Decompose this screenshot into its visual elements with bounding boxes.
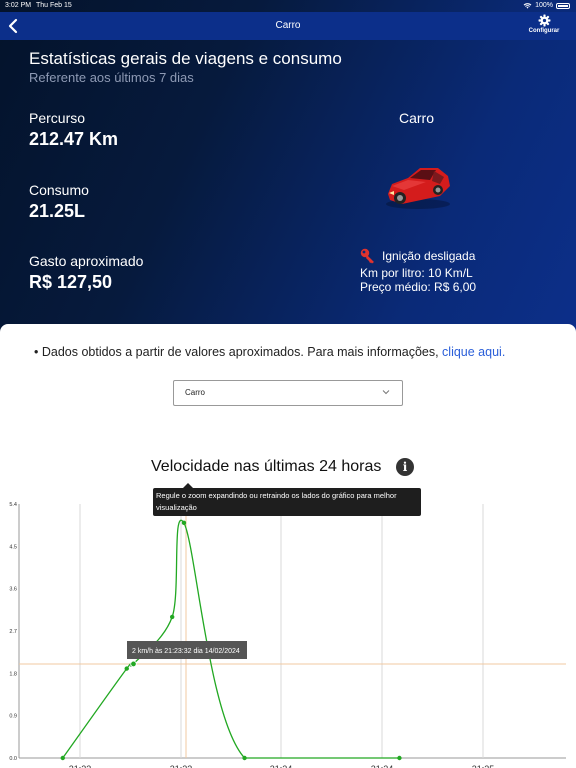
chevron-down-icon [382,390,390,395]
battery-percent: 100% [535,2,553,9]
highlighted-point[interactable] [130,660,137,668]
consumption-value: 21.25L [29,201,86,221]
settings-label: Configurar [528,28,560,34]
x-tick-label: 21:23 [69,764,92,768]
distance-label: Percurso [29,110,86,126]
status-date: Thu Feb 15 [36,2,72,9]
more-info-link[interactable]: clique aqui. [442,345,505,359]
nav-title: Carro [275,20,301,31]
data-point[interactable] [124,666,129,671]
status-time: 3:02 PM [5,2,32,9]
km-per-liter: Km por litro: 10 Km/L [360,266,473,280]
speed-chart[interactable]: 5.4 4.5 3.6 2.7 1.8 0.9 0.0 21:23 21:23 21:24 21:… [0,495,576,768]
avg-fuel-price: Preço médio: R$ 6,00 [360,280,477,294]
speed-series-line [62,519,400,759]
zoom-tooltip: Regule o zoom expandindo ou retraindo os… [153,483,421,516]
data-point[interactable] [169,614,175,620]
y-tick-label: 1.8 [9,671,17,677]
data-point[interactable] [181,520,187,526]
chart-title: Velocidade nas últimas 24 horas [151,458,382,475]
x-tick-label: 21:24 [270,764,293,768]
point-tooltip: 2 km/h às 21:23:32 dia 14/02/2024 [127,641,247,659]
gear-icon [538,14,550,27]
settings-button[interactable]: Configurar [524,14,564,34]
vehicle-name: Carro [399,110,435,126]
data-point[interactable] [60,755,65,761]
x-tick-label: 21:23 [170,764,193,768]
info-icon[interactable]: i [396,458,414,476]
key-icon [360,248,374,264]
stats-heading: Estatísticas gerais de viagens e consumo [29,49,342,68]
note-text: • Dados obtidos a partir de valores apro… [34,345,443,359]
data-point[interactable] [397,755,402,761]
consumption-label: Consumo [29,182,89,198]
x-tick-label: 21:24 [371,764,394,768]
vehicle-select-value: Carro [185,388,206,397]
approximation-note: • Dados obtidos a partir de valores apro… [34,345,505,359]
stats-header: 3:02 PM Thu Feb 15 100% Carro Configurar [0,0,576,345]
status-bar: 3:02 PM Thu Feb 15 100% [0,0,576,12]
y-tick-label: 2.7 [9,629,17,635]
point-tooltip-text: 2 km/h às 21:23:32 dia 14/02/2024 [132,648,240,655]
stats-subheading: Referente aos últimos 7 dias [29,70,194,85]
ignition-text: Ignição desligada [382,249,476,263]
data-point[interactable] [242,755,247,761]
nav-bar: Carro Configurar [0,12,576,40]
y-tick-label: 0.0 [9,756,17,762]
car-icon [386,168,450,209]
wifi-icon [523,3,532,9]
ignition-status: Ignição desligada [360,248,475,264]
y-tick-label: 4.5 [9,544,17,550]
y-tick-label: 5.4 [9,502,17,508]
y-tick-label: 0.9 [9,714,17,720]
battery-icon [556,2,570,9]
vehicle-select[interactable]: Carro [173,380,403,406]
y-tick-label: 3.6 [9,587,17,593]
distance-value: 212.47 Km [29,129,119,149]
cost-value: R$ 127,50 [29,272,113,292]
x-tick-label: 21:25 [472,764,495,768]
cost-label: Gasto aproximado [29,253,144,269]
